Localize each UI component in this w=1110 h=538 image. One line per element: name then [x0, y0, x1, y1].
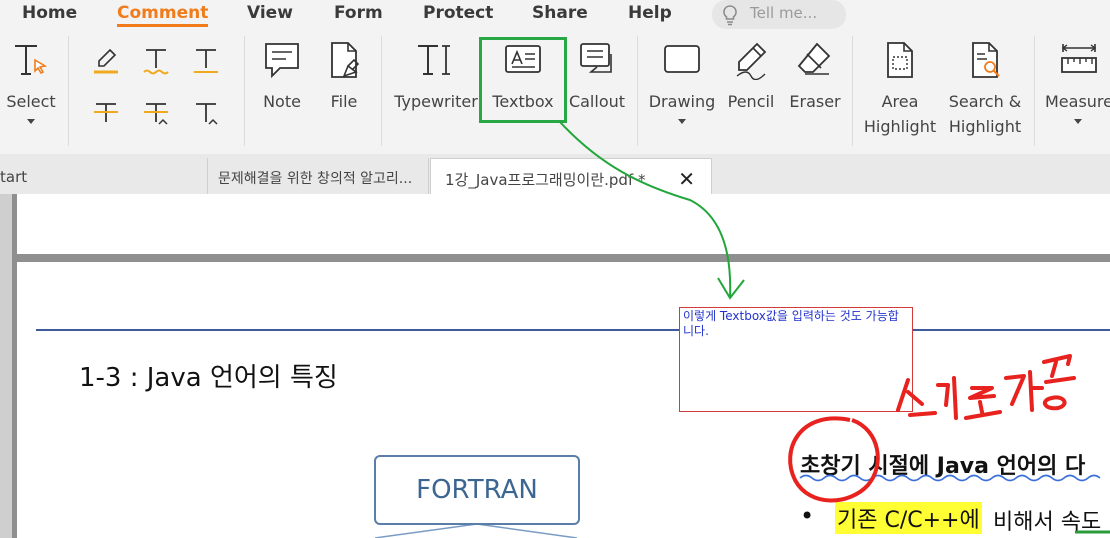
left-panel-edge — [0, 194, 12, 538]
note-label: Note — [263, 92, 301, 111]
squiggly-text-button[interactable] — [192, 46, 220, 80]
measure-label: Measure — [1045, 92, 1110, 111]
search-highlight-button[interactable]: Search & Highlight — [942, 30, 1028, 145]
tab-java-pdf[interactable]: 1강_Java프로그래밍이란.pdf * ✕ — [430, 158, 712, 194]
file-label: File — [330, 92, 358, 111]
insert-text-icon — [196, 103, 218, 125]
tab-start[interactable]: tart — [0, 158, 205, 194]
measure-button[interactable]: Measure — [1040, 30, 1110, 140]
highlighted-text: 기존 C/C++에 — [835, 502, 982, 534]
search-document-icon — [965, 40, 1005, 84]
file-attach-icon — [324, 40, 364, 84]
document-tab-bar: tart 문제해결을 위한 창의적 알고리... 1강_Java프로그래밍이란.… — [0, 154, 1110, 194]
bullet-marker: • — [800, 502, 815, 530]
section-heading: 초창기 시절에 Java 언어의 다 — [800, 454, 1086, 479]
typewriter-button[interactable]: Typewriter — [390, 30, 482, 140]
highlight-text-button[interactable] — [92, 46, 120, 80]
underline-text-icon — [143, 49, 169, 75]
typewriter-label: Typewriter — [394, 92, 478, 111]
eraser-icon — [795, 40, 835, 84]
tab-java-title: 1강_Java프로그래밍이란.pdf * — [445, 171, 646, 189]
select-label: Select — [6, 92, 56, 111]
tell-me-placeholder: Tell me... — [750, 4, 818, 22]
menu-view[interactable]: View — [247, 3, 293, 23]
lightbulb-icon — [720, 4, 740, 30]
select-text-icon — [11, 40, 51, 84]
tab-algorithm-doc[interactable]: 문제해결을 위한 창의적 알고리... — [207, 158, 429, 194]
search-highlight-label-line2: Highlight — [948, 117, 1022, 136]
bullet-text: 비해서 속도 — [993, 510, 1102, 535]
underline-text-button[interactable] — [142, 46, 170, 80]
area-highlight-button[interactable]: Area Highlight — [860, 30, 940, 145]
callout-icon — [577, 40, 617, 84]
eraser-label: Eraser — [789, 92, 841, 111]
menu-help[interactable]: Help — [628, 3, 672, 23]
close-icon[interactable]: ✕ — [678, 167, 695, 191]
textbox-highlight-frame — [479, 37, 567, 123]
area-highlight-label-line2: Highlight — [863, 117, 937, 136]
menu-protect[interactable]: Protect — [423, 3, 493, 23]
callout-label: Callout — [568, 92, 626, 111]
replace-text-icon — [144, 103, 168, 125]
ribbon-separator — [381, 36, 382, 146]
ribbon-separator — [68, 36, 69, 146]
replace-text-button[interactable] — [142, 98, 170, 132]
search-highlight-label-line1: Search & — [948, 92, 1022, 111]
typewriter-icon — [416, 40, 456, 84]
ribbon-separator — [637, 36, 638, 146]
measure-dropdown-caret[interactable] — [1074, 119, 1082, 124]
menu-form[interactable]: Form — [334, 3, 383, 23]
insert-text-button[interactable] — [192, 98, 220, 132]
menu-comment[interactable]: Comment — [117, 3, 209, 27]
area-highlight-icon — [880, 40, 920, 84]
drawing-button[interactable]: Drawing — [646, 30, 718, 140]
fortran-label: FORTRAN — [416, 475, 538, 505]
drawing-label: Drawing — [648, 92, 716, 111]
eraser-button[interactable]: Eraser — [784, 30, 846, 140]
drawing-dropdown-caret[interactable] — [678, 119, 686, 124]
pencil-label: Pencil — [727, 92, 775, 111]
tab-start-title: tart — [0, 168, 28, 186]
fortran-box: FORTRAN — [374, 455, 580, 525]
pdf-page-previous[interactable] — [17, 194, 1110, 254]
menu-share[interactable]: Share — [532, 3, 588, 23]
textbox-annotation-text: 이렇게 Textbox값을 입력하는 것도 가능합니다. — [683, 309, 899, 338]
pencil-button[interactable]: Pencil — [720, 30, 782, 140]
callout-button[interactable]: Callout — [564, 30, 630, 140]
highlight-pen-icon — [94, 48, 118, 74]
ribbon-separator — [852, 36, 853, 146]
pencil-icon — [731, 40, 771, 84]
textbox-annotation[interactable]: 이렇게 Textbox값을 입력하는 것도 가능합니다. — [679, 307, 913, 412]
strikeout-text-icon — [94, 103, 118, 122]
pdf-page-current[interactable]: 1-3 : Java 언어의 특징 FORTRAN 초창기 시절에 Java 언… — [17, 262, 1110, 538]
rectangle-shape-icon — [662, 40, 702, 84]
note-icon — [262, 40, 302, 84]
tell-me-search[interactable]: Tell me... — [712, 0, 846, 29]
note-button[interactable]: Note — [252, 30, 312, 140]
area-highlight-label-line1: Area — [881, 92, 919, 111]
strikeout-text-button[interactable] — [92, 98, 120, 132]
ribbon-separator — [1034, 36, 1035, 146]
menu-bar: Home Comment View Form Protect Share Hel… — [0, 0, 1110, 30]
select-button[interactable]: Select — [0, 30, 62, 140]
tab-algorithm-title: 문제해결을 위한 창의적 알고리... — [218, 171, 413, 187]
underline-straight-icon — [194, 49, 218, 73]
menu-home[interactable]: Home — [22, 3, 77, 23]
select-dropdown-caret[interactable] — [27, 119, 35, 124]
file-attachment-button[interactable]: File — [314, 30, 374, 140]
ruler-icon — [1059, 40, 1099, 84]
ribbon-separator — [244, 36, 245, 146]
